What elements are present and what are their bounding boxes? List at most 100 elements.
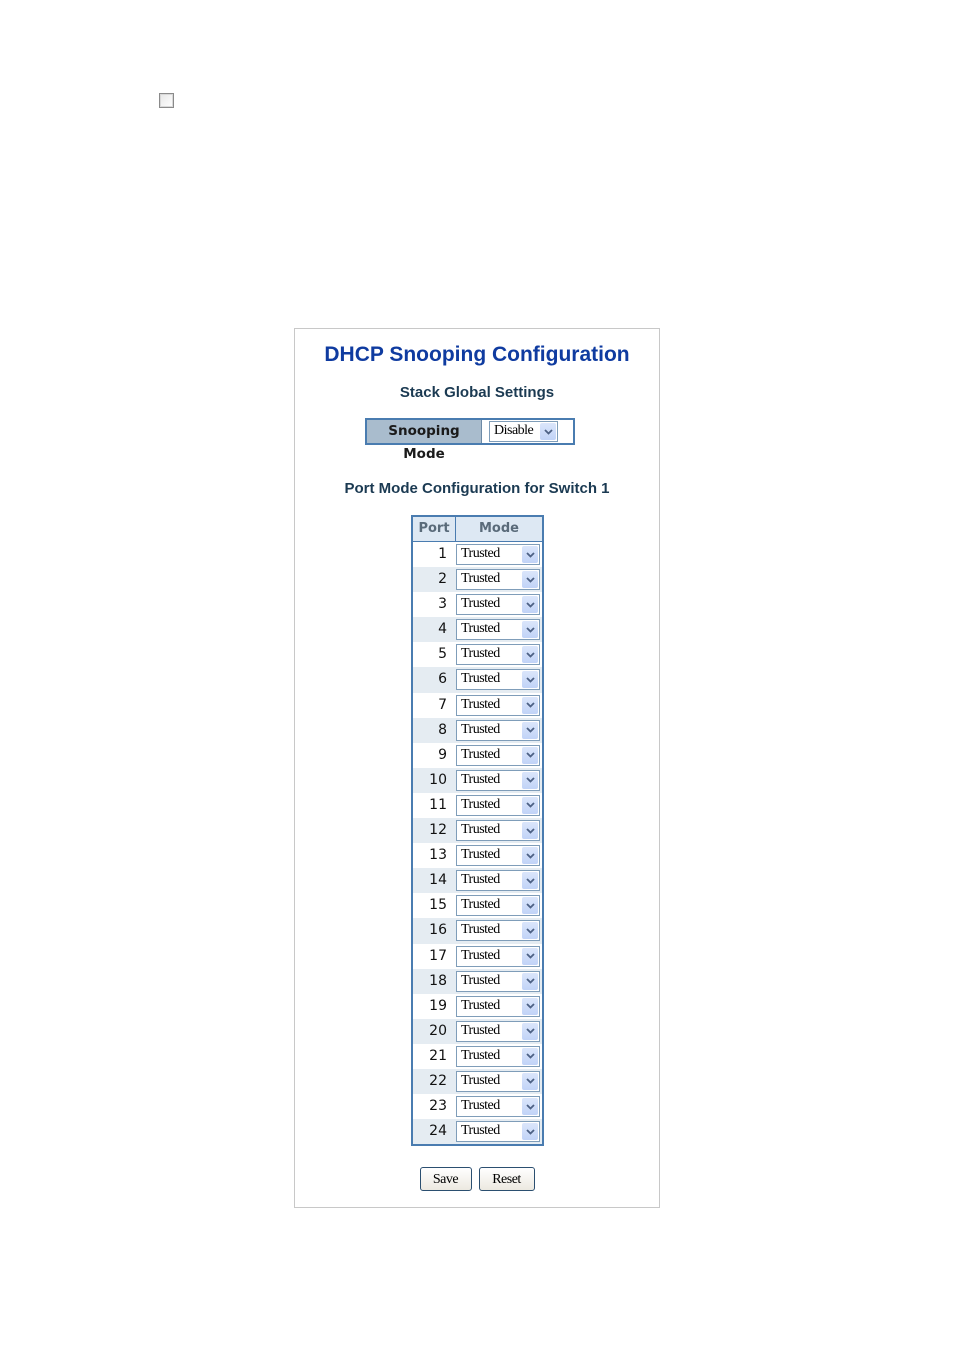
port-mode-select[interactable]: Trusted (456, 544, 540, 565)
port-mode-value: Trusted (461, 796, 500, 812)
chevron-down-icon[interactable] (522, 646, 538, 664)
port-number: 12 (429, 822, 447, 839)
port-number: 4 (438, 621, 447, 638)
mode-cell: Trusted (455, 567, 542, 592)
port-mode-select[interactable]: Trusted (456, 970, 540, 992)
chevron-down-icon[interactable] (522, 546, 538, 563)
chevron-down-icon[interactable] (522, 1047, 538, 1065)
mode-cell: Trusted (455, 617, 542, 642)
port-mode-select[interactable]: Trusted (456, 569, 540, 591)
chevron-down-icon[interactable] (522, 571, 538, 589)
port-mode-value: Trusted (461, 922, 500, 938)
chevron-down-icon[interactable] (522, 721, 538, 739)
chevron-down-icon[interactable] (522, 947, 538, 965)
chevron-down-icon[interactable] (522, 1072, 538, 1090)
port-number: 7 (438, 696, 447, 713)
chevron-down-icon[interactable] (522, 822, 538, 840)
mode-cell: Trusted (455, 1019, 542, 1044)
chevron-down-icon[interactable] (522, 696, 538, 714)
chevron-down-icon[interactable] (522, 972, 538, 990)
table-row: 15 Trusted (413, 893, 542, 918)
port-mode-select[interactable]: Trusted (456, 794, 540, 816)
port-mode-select[interactable]: Trusted (456, 744, 540, 766)
port-mode-value: Trusted (461, 1022, 500, 1038)
port-mode-select[interactable]: Trusted (456, 669, 540, 691)
snooping-mode-value: Disable (494, 423, 534, 438)
snooping-mode-label: Snooping Mode (367, 420, 482, 462)
table-row: 3 Trusted (413, 592, 542, 617)
port-mode-select[interactable]: Trusted (456, 845, 540, 867)
mode-cell: Trusted (455, 893, 542, 918)
chevron-down-icon[interactable] (522, 847, 538, 865)
port-number: 24 (429, 1123, 447, 1140)
port-mode-select[interactable]: Trusted (456, 769, 540, 791)
mode-cell: Trusted (455, 718, 542, 743)
table-row: 13 Trusted (413, 843, 542, 868)
port-number: 16 (429, 922, 447, 939)
port-mode-value: Trusted (461, 1098, 500, 1114)
port-number: 19 (429, 997, 447, 1014)
table-row: 23 Trusted (413, 1094, 542, 1119)
port-mode-select[interactable]: Trusted (456, 820, 540, 842)
port-number: 13 (429, 847, 447, 864)
port-mode-select[interactable]: Trusted (456, 995, 540, 1017)
port-mode-select[interactable]: Trusted (456, 719, 540, 741)
port-mode-value: Trusted (461, 872, 500, 888)
port-mode-select[interactable]: Trusted (456, 1020, 540, 1042)
port-mode-select[interactable]: Trusted (456, 619, 540, 641)
port-mode-select[interactable]: Trusted (456, 1070, 540, 1092)
table-row: 9 Trusted (413, 743, 542, 768)
port-number: 22 (429, 1072, 447, 1089)
chevron-down-icon[interactable] (522, 796, 538, 814)
port-mode-select[interactable]: Trusted (456, 1045, 540, 1067)
table-row: 17 Trusted (413, 944, 542, 969)
chevron-down-icon[interactable] (522, 872, 538, 890)
chevron-down-icon[interactable] (522, 596, 538, 614)
port-mode-value: Trusted (461, 696, 500, 712)
port-mode-select[interactable]: Trusted (456, 895, 540, 917)
mode-cell: Trusted (455, 693, 542, 718)
save-button[interactable]: Save (419, 1167, 472, 1191)
port-mode-select[interactable]: Trusted (456, 644, 540, 666)
chevron-down-icon[interactable] (522, 897, 538, 915)
port-number: 8 (438, 721, 447, 738)
port-number: 20 (429, 1022, 447, 1039)
port-mode-select[interactable]: Trusted (456, 920, 540, 942)
chevron-down-icon[interactable] (522, 771, 538, 789)
chevron-down-icon[interactable] (522, 1022, 538, 1040)
table-row: 6 Trusted (413, 667, 542, 693)
reset-button[interactable]: Reset (478, 1167, 535, 1191)
table-row: 19 Trusted (413, 994, 542, 1019)
chevron-down-icon[interactable] (522, 922, 538, 940)
port-mode-value: Trusted (461, 997, 500, 1013)
port-mode-select[interactable]: Trusted (456, 594, 540, 616)
snooping-mode-select[interactable]: Disable (489, 421, 558, 442)
table-row: 7 Trusted (413, 693, 542, 718)
chevron-down-icon[interactable] (522, 1098, 538, 1116)
table-row: 4 Trusted (413, 617, 542, 643)
port-mode-value: Trusted (461, 1047, 500, 1063)
port-mode-value: Trusted (461, 571, 500, 587)
table-row: 16 Trusted (413, 918, 542, 944)
table-row: 24 Trusted (413, 1119, 542, 1145)
mode-cell: Trusted (455, 642, 542, 667)
chevron-down-icon[interactable] (522, 746, 538, 764)
mode-cell: Trusted (455, 768, 542, 793)
table-row: 21 Trusted (413, 1044, 542, 1069)
chevron-down-icon[interactable] (522, 997, 538, 1015)
table-row: 22 Trusted (413, 1068, 542, 1095)
chevron-down-icon[interactable] (522, 1123, 538, 1141)
chevron-down-icon[interactable] (522, 621, 538, 639)
port-mode-value: Trusted (461, 771, 500, 787)
port-mode-select[interactable]: Trusted (456, 945, 540, 967)
mode-cell: Trusted (455, 843, 542, 868)
port-mode-select[interactable]: Trusted (456, 694, 540, 716)
mode-cell: Trusted (455, 542, 542, 567)
chevron-down-icon[interactable] (540, 423, 556, 440)
table-row: 18 Trusted (413, 968, 542, 994)
port-mode-select[interactable]: Trusted (456, 870, 540, 892)
page-checkbox[interactable] (159, 93, 174, 108)
port-mode-select[interactable]: Trusted (456, 1121, 540, 1143)
port-mode-select[interactable]: Trusted (456, 1096, 540, 1118)
chevron-down-icon[interactable] (522, 671, 538, 689)
